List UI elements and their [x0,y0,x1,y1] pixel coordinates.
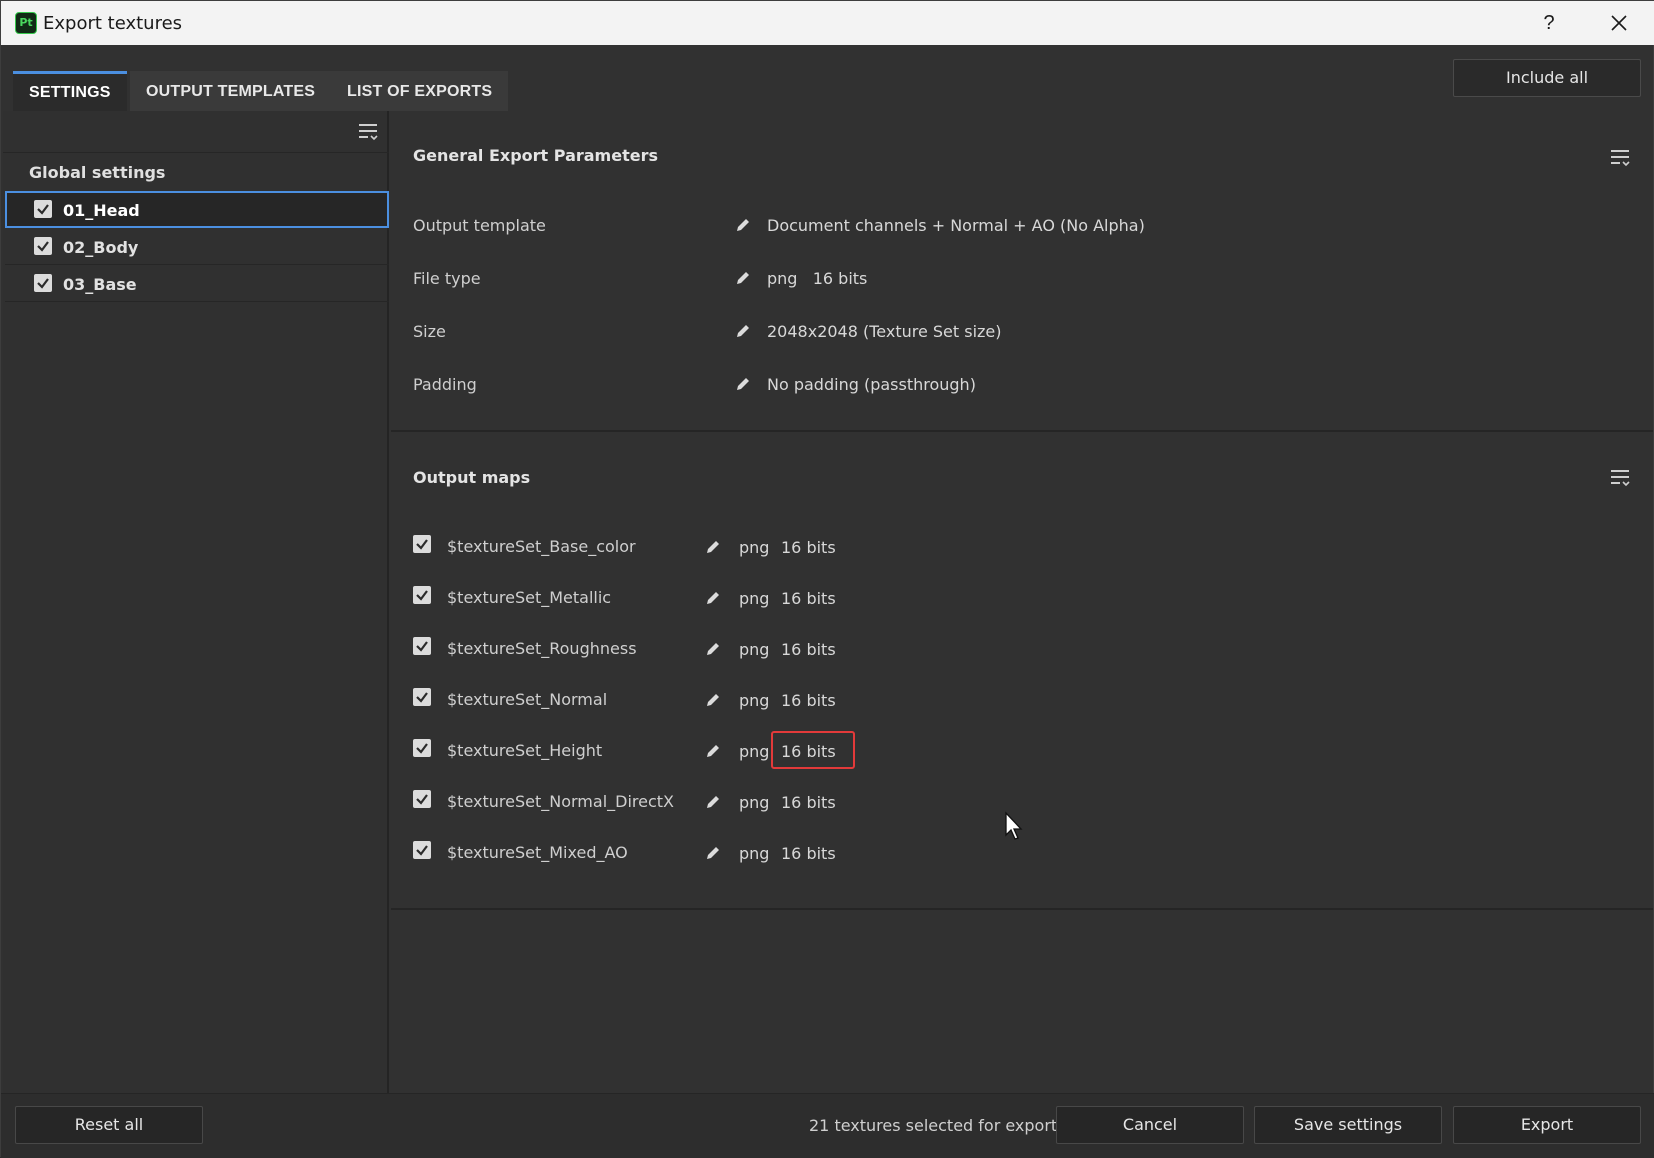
include-all-button[interactable]: Include all [1453,59,1641,97]
check-icon [416,794,428,805]
texture-set-name: 03_Base [63,275,137,294]
title-bar: Pt Export textures ? [1,1,1654,45]
output-map-checkbox[interactable] [413,841,431,859]
output-map-checkbox[interactable] [413,586,431,604]
check-icon [416,641,428,652]
output-map-format[interactable]: png [739,793,769,812]
output-map-bit-depth[interactable]: 16 bits [781,640,836,659]
texture-set-row[interactable]: 02_Body [5,228,389,265]
list-menu-icon[interactable] [1609,147,1631,169]
output-map-name: $textureSet_Height [447,741,603,760]
close-icon [1611,15,1627,31]
texture-set-row[interactable]: 03_Base [5,265,389,302]
file-type-value[interactable]: png 16 bits [767,269,867,288]
texture-set-name: 01_Head [63,201,140,220]
global-settings-label[interactable]: Global settings [29,163,165,182]
save-settings-button[interactable]: Save settings [1254,1106,1442,1144]
output-template-value[interactable]: Document channels + Normal + AO (No Alph… [767,216,1145,235]
edit-icon[interactable] [705,794,721,810]
check-icon [416,845,428,856]
texture-set-checkbox[interactable] [34,200,52,218]
edit-icon[interactable] [735,376,751,392]
output-map-bit-depth[interactable]: 16 bits [781,793,836,812]
output-map-checkbox[interactable] [413,739,431,757]
check-icon [37,204,49,215]
section-divider [391,908,1653,910]
output-map-name: $textureSet_Normal_DirectX [447,792,674,811]
size-label: Size [413,322,446,341]
output-map-bit-depth[interactable]: 16 bits [781,742,836,761]
output-map-format[interactable]: png [739,691,769,710]
output-maps-title: Output maps [413,468,531,487]
edit-icon[interactable] [705,692,721,708]
output-map-name: $textureSet_Normal [447,690,608,709]
texture-set-checkbox[interactable] [34,274,52,292]
edit-icon[interactable] [705,590,721,606]
dialog-footer: Reset all 21 textures selected for expor… [1,1093,1654,1158]
tab-list-of-exports[interactable]: LIST OF EXPORTS [331,71,509,111]
output-map-format[interactable]: png [739,742,769,761]
list-menu-icon[interactable] [1609,467,1631,489]
tab-settings[interactable]: SETTINGS [13,71,127,111]
edit-icon[interactable] [735,217,751,233]
help-button[interactable]: ? [1529,1,1569,45]
output-map-format[interactable]: png [739,538,769,557]
texture-set-checkbox[interactable] [34,237,52,255]
output-template-label: Output template [413,216,546,235]
check-icon [37,278,49,289]
export-count-status: 21 textures selected for export [809,1116,1058,1135]
output-map-format[interactable]: png [739,589,769,608]
output-map-bit-depth[interactable]: 16 bits [781,691,836,710]
edit-icon[interactable] [705,641,721,657]
padding-value[interactable]: No padding (passthrough) [767,375,976,394]
section-divider [391,430,1653,432]
edit-icon[interactable] [705,539,721,555]
painter-app-icon: Pt [15,12,37,34]
export-textures-dialog: Pt Export textures ? SETTINGS OUTPUT TEM… [0,0,1654,1158]
check-icon [416,692,428,703]
output-map-bit-depth[interactable]: 16 bits [781,538,836,557]
export-button[interactable]: Export [1453,1106,1641,1144]
edit-icon[interactable] [735,270,751,286]
texture-set-panel: Global settings 01_Head 02_Body 03_Base [3,111,389,1093]
file-type-label: File type [413,269,481,288]
check-icon [416,743,428,754]
output-map-format[interactable]: png [739,844,769,863]
output-map-checkbox[interactable] [413,535,431,553]
texture-set-toolbar [3,111,389,153]
check-icon [37,241,49,252]
list-menu-icon[interactable] [357,121,379,143]
size-value[interactable]: 2048x2048 (Texture Set size) [767,322,1002,341]
export-parameters-panel: General Export Parameters Output templat… [391,111,1653,1093]
reset-all-button[interactable]: Reset all [15,1106,203,1144]
output-map-name: $textureSet_Mixed_AO [447,843,628,862]
output-map-name: $textureSet_Metallic [447,588,612,607]
output-map-name: $textureSet_Roughness [447,639,637,658]
mouse-cursor-icon [1005,811,1023,840]
close-button[interactable] [1597,1,1641,45]
check-icon [416,539,428,550]
texture-set-name: 02_Body [63,238,139,257]
edit-icon[interactable] [705,845,721,861]
output-map-bit-depth[interactable]: 16 bits [781,589,836,608]
output-map-checkbox[interactable] [413,790,431,808]
padding-label: Padding [413,375,477,394]
texture-set-row[interactable]: 01_Head [5,191,389,228]
edit-icon[interactable] [705,743,721,759]
output-map-checkbox[interactable] [413,688,431,706]
window-title: Export textures [43,13,183,34]
edit-icon[interactable] [735,323,751,339]
output-map-format[interactable]: png [739,640,769,659]
check-icon [416,590,428,601]
output-map-checkbox[interactable] [413,637,431,655]
output-map-bit-depth[interactable]: 16 bits [781,844,836,863]
general-export-title: General Export Parameters [413,146,658,165]
tab-output-templates[interactable]: OUTPUT TEMPLATES [130,71,332,111]
cancel-button[interactable]: Cancel [1056,1106,1244,1144]
output-map-name: $textureSet_Base_color [447,537,636,556]
